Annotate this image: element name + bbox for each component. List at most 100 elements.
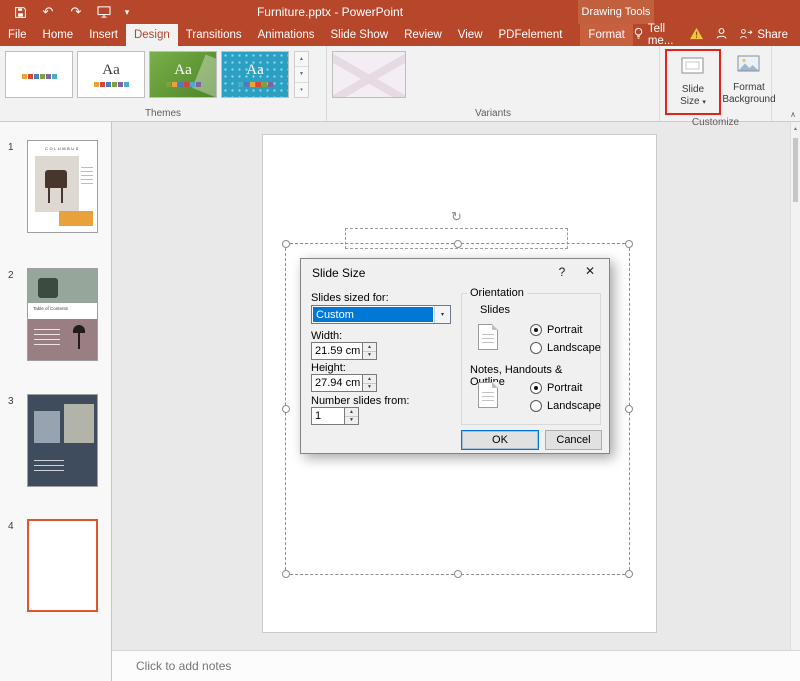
slide-thumbnail-1[interactable]: 1 COLUMBUS [0,140,98,233]
width-spinner: 21.59 cm ▲ ▼ [311,342,377,360]
chevron-down-icon[interactable]: ▾ [434,306,450,323]
slide-thumbnail-preview[interactable]: COLUMBUS [27,140,98,233]
selection-handle-top-middle[interactable] [453,240,462,248]
portrait-document-icon [478,324,498,350]
theme-thumbnail-facet[interactable]: Aa [149,51,217,98]
dialog-help-button[interactable]: ? [555,265,569,279]
account-icon[interactable] [715,27,728,43]
armchair-photo [28,269,97,303]
radio-unselected-icon [530,400,542,412]
tab-format[interactable]: Format [580,24,633,46]
warning-icon[interactable] [689,27,704,43]
spinner-buttons[interactable]: ▲ ▼ [345,407,359,425]
theme-color-strip [165,81,201,87]
variants-group: Variants [327,46,660,121]
lightbulb-icon [633,27,644,44]
spinner-buttons[interactable]: ▲ ▼ [363,342,377,360]
dialog-close-button[interactable]: ✕ [583,264,597,278]
spin-down-icon: ▼ [367,352,372,359]
collapse-ribbon-icon[interactable]: ∧ [790,110,796,119]
height-input[interactable]: 27.94 cm [311,374,363,392]
spin-up-icon: ▲ [363,343,376,352]
orientation-group: Orientation Slides Portrait Landscape No… [461,287,601,425]
slide-size-button[interactable]: Slide Size ▾ [667,51,719,113]
chair-photo [35,156,79,212]
undo-icon[interactable]: ↶ [36,1,60,23]
redo-icon[interactable]: ↷ [64,1,88,23]
width-label: Width: [311,330,343,342]
tab-pdfelement[interactable]: PDFelement [491,24,571,46]
width-input[interactable]: 21.59 cm [311,342,363,360]
spinner-buttons[interactable]: ▲ ▼ [363,374,377,392]
spin-up-icon: ▲ [345,408,358,417]
customize-group: Slide Size ▾ Format Background Customize [660,46,776,128]
theme-thumbnail-integral[interactable]: Aa [221,51,289,98]
selection-handle-bottom-middle[interactable] [453,570,462,578]
slide-thumbnail-preview[interactable]: Table of Contents [27,268,98,361]
tell-me-button[interactable]: Tell me... [633,23,678,47]
slide-thumbnail-2[interactable]: 2 Table of Contents [0,268,98,361]
slide-thumbnail-preview[interactable] [27,394,98,487]
gallery-scroll-up-icon[interactable]: ▲ [295,52,308,68]
variant-thumbnail[interactable] [332,51,406,98]
titlebar-right-controls: Tell me... Share [633,23,800,47]
tab-animations[interactable]: Animations [250,24,323,46]
radio-selected-icon [530,382,542,394]
radio-selected-icon [530,324,542,336]
share-icon [739,28,753,43]
rotate-handle-icon[interactable]: ↻ [451,210,462,223]
selection-handle-middle-left[interactable] [282,405,290,413]
theme-thumbnail-current[interactable] [5,51,73,98]
notes-pane[interactable]: Click to add notes [112,650,800,681]
radio-unselected-icon [530,342,542,354]
tab-slide-show[interactable]: Slide Show [323,24,397,46]
vertical-scrollbar[interactable]: ▲ [790,122,800,650]
number-slides-from-label: Number slides from: [311,395,410,407]
tab-design[interactable]: Design [125,24,178,46]
slide-number: 3 [8,396,14,407]
selection-handle-top-right[interactable] [625,240,633,248]
selection-handle-bottom-right[interactable] [625,570,633,578]
ok-button[interactable]: OK [461,430,539,450]
slide-thumbnail-4[interactable]: 4 [0,519,98,612]
tab-insert[interactable]: Insert [81,24,126,46]
slide-thumbnail-3[interactable]: 3 [0,394,98,487]
spin-down-icon: ▼ [349,417,354,424]
customize-qat-icon[interactable]: ▾ [120,1,134,23]
photo-block [64,404,94,443]
share-button[interactable]: Share [739,28,788,43]
start-slideshow-icon[interactable] [92,1,116,23]
cancel-button[interactable]: Cancel [545,430,602,450]
selection-handle-middle-right[interactable] [625,405,633,413]
powerpoint-window: ↶ ↷ ▾ Furniture.pptx - PowerPoint Drawin… [0,0,800,681]
selection-handle-top-left[interactable] [282,240,290,248]
slides-portrait-radio[interactable]: Portrait [530,324,582,336]
spin-down-icon: ▼ [367,384,372,391]
tab-transitions[interactable]: Transitions [178,24,250,46]
format-background-button[interactable]: Format Background [722,49,776,111]
slides-landscape-radio[interactable]: Landscape [530,342,601,354]
orientation-label: Orientation [467,287,527,299]
scrollbar-thumb[interactable] [793,138,798,202]
slide-number: 1 [8,142,14,153]
themes-group: Aa Aa Aa ▲ ▼ ▾ Themes [0,46,327,121]
tab-view[interactable]: View [450,24,491,46]
notes-portrait-radio[interactable]: Portrait [530,382,582,394]
notes-landscape-radio[interactable]: Landscape [530,400,601,412]
slide-thumbnail-preview[interactable] [27,519,98,612]
tab-home[interactable]: Home [35,24,82,46]
tab-review[interactable]: Review [396,24,450,46]
scroll-up-icon[interactable]: ▲ [791,122,800,132]
height-spinner: 27.94 cm ▲ ▼ [311,374,377,392]
theme-thumbnail-office[interactable]: Aa [77,51,145,98]
selection-handle-bottom-left[interactable] [282,570,290,578]
tab-file[interactable]: File [0,24,35,46]
gallery-more-icon[interactable]: ▾ [295,83,308,97]
number-slides-input[interactable]: 1 [311,407,345,425]
save-icon[interactable] [8,1,32,23]
slide-size-icon [680,55,706,81]
theme-color-strip [93,81,129,87]
gallery-scroll-down-icon[interactable]: ▼ [295,67,308,83]
slides-sized-for-select[interactable]: Custom ▾ [311,305,451,324]
ribbon-tab-bar: File Home Insert Design Transitions Anim… [0,23,800,47]
